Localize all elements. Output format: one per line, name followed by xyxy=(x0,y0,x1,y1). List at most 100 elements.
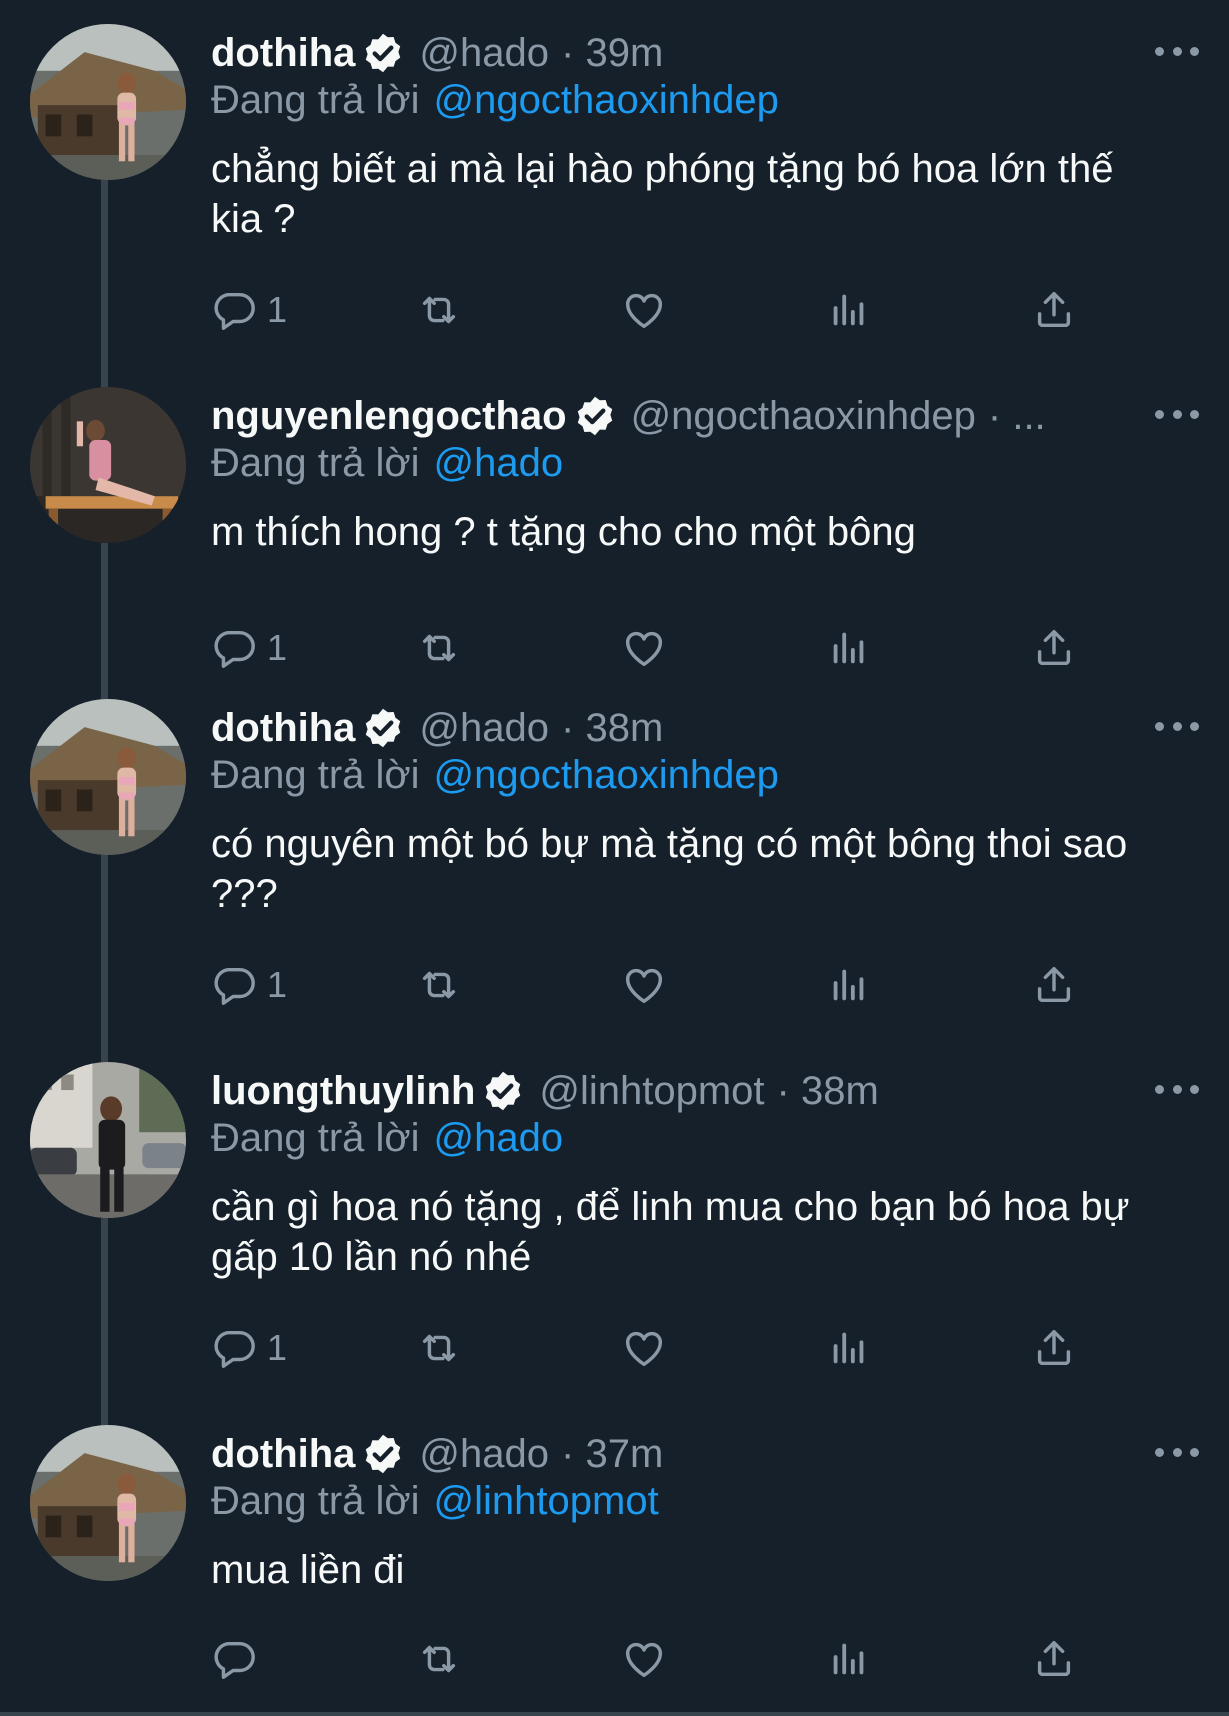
avatar[interactable] xyxy=(30,699,186,855)
thread-line xyxy=(101,333,108,387)
reply-button[interactable]: 1 xyxy=(211,623,287,673)
mention-link[interactable]: @ngocthaoxinhdep xyxy=(434,78,779,122)
like-icon xyxy=(625,293,663,329)
tweet[interactable]: dothiha @hado · 38m Đang trả lời @ngoctha… xyxy=(0,645,1229,1068)
timestamp[interactable]: · 38m xyxy=(777,1069,879,1114)
like-button[interactable] xyxy=(621,285,667,335)
display-name[interactable]: dothiha xyxy=(211,1432,355,1477)
views-button[interactable] xyxy=(826,1634,872,1684)
replying-to: Đang trả lời @hado xyxy=(211,1116,563,1161)
retweet-icon xyxy=(422,1645,456,1673)
mention-link[interactable]: @linhtopmot xyxy=(434,1479,659,1523)
avatar[interactable] xyxy=(30,387,186,543)
handle[interactable]: @hado xyxy=(419,706,549,751)
share-icon xyxy=(1037,1640,1071,1677)
retweet-icon xyxy=(422,634,456,662)
retweet-icon xyxy=(422,296,456,324)
replying-to-label: Đang trả lời xyxy=(211,1116,420,1160)
reply-count: 1 xyxy=(267,289,288,330)
retweet-button[interactable] xyxy=(416,1634,462,1684)
share-button[interactable] xyxy=(1031,1634,1077,1684)
like-button[interactable] xyxy=(621,1323,667,1373)
display-name[interactable]: dothiha xyxy=(211,31,355,76)
views-button[interactable] xyxy=(826,285,872,335)
views-button[interactable] xyxy=(826,1323,872,1373)
timestamp[interactable]: · 37m xyxy=(561,1432,663,1477)
reply-count: 1 xyxy=(267,1327,288,1368)
share-button[interactable] xyxy=(1031,1323,1077,1373)
like-icon xyxy=(625,1642,663,1678)
replying-to: Đang trả lời @ngocthaoxinhdep xyxy=(211,78,779,123)
reply-icon xyxy=(214,1641,255,1679)
avatar-image xyxy=(30,1425,186,1581)
views-button[interactable] xyxy=(826,623,872,673)
handle[interactable]: @hado xyxy=(419,1432,549,1477)
tweet[interactable]: dothiha @hado · 37m Đang trả lời @linhtop… xyxy=(0,1371,1229,1716)
like-button[interactable] xyxy=(621,960,667,1010)
avatar[interactable] xyxy=(30,1062,186,1218)
retweet-button[interactable] xyxy=(416,285,462,335)
share-icon xyxy=(1037,1329,1071,1366)
handle[interactable]: @hado xyxy=(419,31,549,76)
tweet-actions: 1 xyxy=(211,285,1091,335)
share-button[interactable] xyxy=(1031,960,1077,1010)
reply-icon xyxy=(214,967,255,1005)
avatar-image xyxy=(30,1062,186,1218)
avatar-image xyxy=(30,699,186,855)
timestamp[interactable]: · 39m xyxy=(561,31,663,76)
replying-to: Đang trả lời @linhtopmot xyxy=(211,1479,659,1524)
share-icon xyxy=(1037,291,1071,328)
mention-link[interactable]: @hado xyxy=(434,441,564,485)
reply-button[interactable]: 1 xyxy=(211,285,287,335)
avatar[interactable] xyxy=(30,24,186,180)
mention-link[interactable]: @hado xyxy=(434,1116,564,1160)
replying-to-label: Đang trả lời xyxy=(211,1479,420,1523)
like-icon xyxy=(625,631,663,667)
retweet-button[interactable] xyxy=(416,960,462,1010)
thread-line xyxy=(101,1371,108,1425)
mention-link[interactable]: @ngocthaoxinhdep xyxy=(434,753,779,797)
share-button[interactable] xyxy=(1031,623,1077,673)
more-icon[interactable] xyxy=(1155,1437,1199,1467)
more-icon[interactable] xyxy=(1155,711,1199,741)
thread-line xyxy=(101,1008,108,1062)
avatar-image xyxy=(30,387,186,543)
timestamp[interactable]: · ... xyxy=(988,394,1046,439)
tweet-header: dothiha @hado · 37m xyxy=(211,1429,663,1479)
more-icon[interactable] xyxy=(1155,36,1199,66)
reply-button[interactable] xyxy=(211,1634,267,1684)
share-button[interactable] xyxy=(1031,285,1077,335)
tweet-text: có nguyên một bó bự mà tặng có một bông … xyxy=(211,822,1128,916)
views-icon xyxy=(833,294,864,326)
avatar[interactable] xyxy=(30,1425,186,1581)
like-button[interactable] xyxy=(621,623,667,673)
reply-button[interactable]: 1 xyxy=(211,1323,287,1373)
more-icon[interactable] xyxy=(1155,399,1199,429)
reply-button[interactable]: 1 xyxy=(211,960,287,1010)
reply-icon xyxy=(214,630,255,668)
verified-badge-icon xyxy=(573,394,617,438)
tweet-header: dothiha @hado · 39m xyxy=(211,28,663,78)
tweet[interactable]: dothiha @hado · 39m Đang trả lời @ngoctha… xyxy=(0,0,1229,393)
reply-icon xyxy=(214,1330,255,1368)
handle[interactable]: @ngocthaoxinhdep xyxy=(631,394,976,439)
views-icon xyxy=(833,632,864,664)
timestamp[interactable]: · 38m xyxy=(561,706,663,751)
tweet[interactable]: nguyenlengocthao @ngocthaoxinhdep · ... … xyxy=(0,333,1229,756)
display-name[interactable]: nguyenlengocthao xyxy=(211,394,567,439)
display-name[interactable]: dothiha xyxy=(211,706,355,751)
more-icon[interactable] xyxy=(1155,1074,1199,1104)
like-button[interactable] xyxy=(621,1634,667,1684)
replying-to-label: Đang trả lời xyxy=(211,78,420,122)
thread-line xyxy=(101,645,108,699)
display-name[interactable]: luongthuylinh xyxy=(211,1069,475,1114)
handle[interactable]: @linhtopmot xyxy=(539,1069,764,1114)
verified-badge-icon xyxy=(361,31,405,75)
replying-to: Đang trả lời @hado xyxy=(211,441,563,486)
retweet-button[interactable] xyxy=(416,623,462,673)
tweet[interactable]: luongthuylinh @linhtopmot · 38m Đang trả… xyxy=(0,1008,1229,1431)
retweet-button[interactable] xyxy=(416,1323,462,1373)
share-icon xyxy=(1037,629,1071,666)
views-button[interactable] xyxy=(826,960,872,1010)
tweet-actions: 1 xyxy=(211,623,1091,673)
